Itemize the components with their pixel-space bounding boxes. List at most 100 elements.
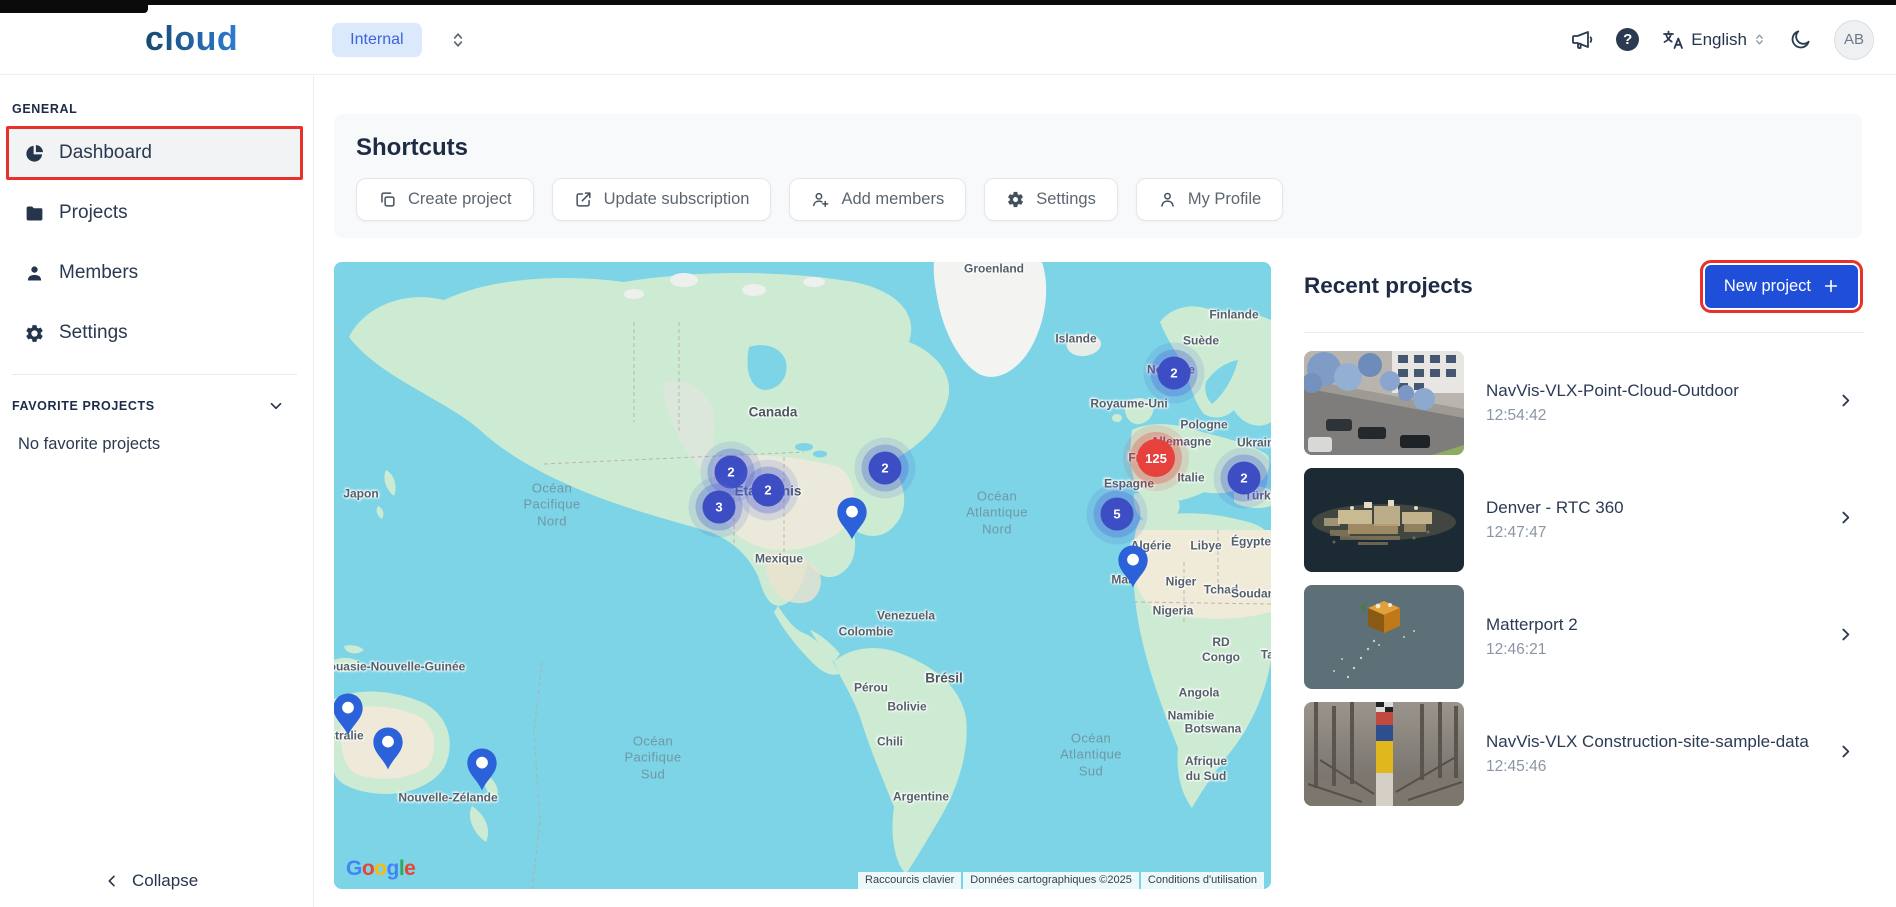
project-row[interactable]: NavVis-VLX-Point-Cloud-Outdoor12:54:42 xyxy=(1304,345,1864,462)
map-cluster-2[interactable]: 2 xyxy=(1158,357,1191,390)
collapse-sidebar-button[interactable]: Collapse xyxy=(104,871,198,891)
project-thumbnail xyxy=(1304,585,1464,689)
project-thumbnail xyxy=(1304,702,1464,806)
project-name: NavVis-VLX Construction-site-sample-data xyxy=(1486,732,1815,752)
language-selector[interactable]: English xyxy=(1661,28,1766,52)
copy-icon xyxy=(378,190,397,209)
app-logo: cloud xyxy=(145,20,238,59)
map-cluster-2[interactable]: 2 xyxy=(752,474,785,507)
map-attribution-donn-es-cartographiques-2025[interactable]: Données cartographiques ©2025 xyxy=(963,872,1139,889)
folder-icon xyxy=(24,203,45,224)
map-cluster-125[interactable]: 125 xyxy=(1137,439,1175,477)
chevron-right-icon xyxy=(1837,626,1854,648)
shortcuts-section: Shortcuts Create projectUpdate subscript… xyxy=(334,114,1862,238)
main-content: Shortcuts Create projectUpdate subscript… xyxy=(315,76,1896,907)
google-logo-letter: G xyxy=(346,857,362,880)
project-info: NavVis-VLX-Point-Cloud-Outdoor12:54:42 xyxy=(1486,381,1815,425)
sidebar-item-projects[interactable]: Projects xyxy=(6,186,303,240)
plus-icon xyxy=(1823,278,1839,294)
help-icon[interactable]: ? xyxy=(1616,28,1639,51)
shortcut-my-profile-button[interactable]: My Profile xyxy=(1136,178,1283,221)
language-label: English xyxy=(1691,30,1747,50)
chevron-right-icon xyxy=(1837,392,1854,414)
browser-tab-remnant xyxy=(0,0,148,13)
map-pin[interactable] xyxy=(334,692,364,741)
project-row[interactable]: Matterport 2 12:46:21 xyxy=(1304,579,1864,696)
map-pin[interactable] xyxy=(466,747,498,796)
map-cluster-2[interactable]: 2 xyxy=(869,452,902,485)
shortcut-update-subscription-button[interactable]: Update subscription xyxy=(552,178,772,221)
sidebar-item-members[interactable]: Members xyxy=(6,246,303,300)
map-pin[interactable] xyxy=(836,496,868,545)
shortcut-add-members-button[interactable]: Add members xyxy=(789,178,966,221)
project-name: NavVis-VLX-Point-Cloud-Outdoor xyxy=(1486,381,1815,401)
person-icon xyxy=(1158,190,1177,209)
gear-outline-icon xyxy=(1006,190,1025,209)
recent-projects-title: Recent projects xyxy=(1304,273,1473,299)
recent-projects-panel: Recent projects New project NavVis-VLX-P… xyxy=(1304,262,1864,813)
project-row[interactable]: Denver - RTC 360 12:47:47 xyxy=(1304,462,1864,579)
project-row[interactable]: NavVis-VLX Construction-site-sample-data… xyxy=(1304,696,1864,813)
chevron-left-icon xyxy=(104,873,120,889)
collapse-label: Collapse xyxy=(132,871,198,891)
shortcut-button-label: Update subscription xyxy=(604,190,750,209)
world-map[interactable]: GroenlandIslandeFinlandeSuèdeNorvègeRoya… xyxy=(334,262,1271,889)
browser-top-edge xyxy=(0,0,1896,5)
shortcut-create-project-button[interactable]: Create project xyxy=(356,178,534,221)
project-info: NavVis-VLX Construction-site-sample-data… xyxy=(1486,732,1815,776)
sidebar-item-label: Projects xyxy=(59,202,128,224)
chevron-right-icon xyxy=(1837,743,1854,765)
shortcut-button-label: Settings xyxy=(1036,190,1096,209)
dark-mode-icon[interactable] xyxy=(1788,28,1812,52)
project-list: NavVis-VLX-Point-Cloud-Outdoor12:54:42 De… xyxy=(1304,345,1864,813)
project-info: Denver - RTC 360 12:47:47 xyxy=(1486,498,1815,542)
project-time: 12:45:46 xyxy=(1486,758,1815,776)
sidebar-item-settings[interactable]: Settings xyxy=(6,306,303,360)
sidebar-section-general: GENERAL xyxy=(0,76,313,126)
map-cluster-2[interactable]: 2 xyxy=(715,456,748,489)
shortcut-settings-button[interactable]: Settings xyxy=(984,178,1118,221)
new-project-label: New project xyxy=(1724,277,1811,296)
google-logo-letter: g xyxy=(387,857,399,880)
project-thumbnail xyxy=(1304,351,1464,455)
workspace-badge[interactable]: Internal xyxy=(332,23,421,57)
announcements-icon[interactable] xyxy=(1570,28,1594,52)
translate-icon xyxy=(1661,28,1685,52)
project-thumbnail xyxy=(1304,468,1464,572)
project-time: 12:47:47 xyxy=(1486,524,1815,542)
member-icon xyxy=(24,263,45,284)
sidebar-nav: Dashboard Projects Members Settings xyxy=(0,126,313,360)
google-logo[interactable]: Google xyxy=(346,857,415,881)
google-logo-letter: o xyxy=(374,857,386,880)
project-name: Matterport 2 xyxy=(1486,615,1815,635)
workspace-switcher-icon[interactable] xyxy=(448,30,468,50)
shortcuts-button-row: Create project Update subscription Add mem… xyxy=(356,178,1840,221)
map-attribution: Raccourcis clavierDonnées cartographique… xyxy=(858,872,1264,889)
app-header: cloud Internal ? English AB xyxy=(0,5,1896,75)
external-link-icon xyxy=(574,190,593,209)
map-cluster-5[interactable]: 5 xyxy=(1101,498,1134,531)
avatar[interactable]: AB xyxy=(1834,20,1874,60)
shortcut-button-label: My Profile xyxy=(1188,190,1261,209)
user-plus-icon xyxy=(811,190,830,209)
map-attribution-raccourcis-clavier[interactable]: Raccourcis clavier xyxy=(858,872,961,889)
sidebar-item-label: Settings xyxy=(59,322,128,344)
map-pin[interactable] xyxy=(372,726,404,775)
map-attribution-conditions-d-utilisation[interactable]: Conditions d'utilisation xyxy=(1141,872,1264,889)
sidebar-item-label: Members xyxy=(59,262,138,284)
shortcut-button-label: Create project xyxy=(408,190,512,209)
new-project-button[interactable]: New project xyxy=(1705,265,1858,308)
shortcut-button-label: Add members xyxy=(841,190,944,209)
sidebar: GENERAL Dashboard Projects Members Settings… xyxy=(0,76,314,907)
project-name: Denver - RTC 360 xyxy=(1486,498,1815,518)
map-cluster-2[interactable]: 2 xyxy=(1228,462,1261,495)
sidebar-section-favorites: FAVORITE PROJECTS xyxy=(12,399,155,413)
favorites-empty-text: No favorite projects xyxy=(0,423,313,454)
sidebar-item-dashboard[interactable]: Dashboard xyxy=(6,126,303,180)
google-logo-letter: o xyxy=(362,857,374,880)
project-time: 12:46:21 xyxy=(1486,641,1815,659)
map-pin[interactable] xyxy=(1117,544,1149,593)
chevron-down-icon[interactable] xyxy=(267,397,285,415)
map-cluster-3[interactable]: 3 xyxy=(703,491,736,524)
google-logo-letter: e xyxy=(404,857,415,880)
